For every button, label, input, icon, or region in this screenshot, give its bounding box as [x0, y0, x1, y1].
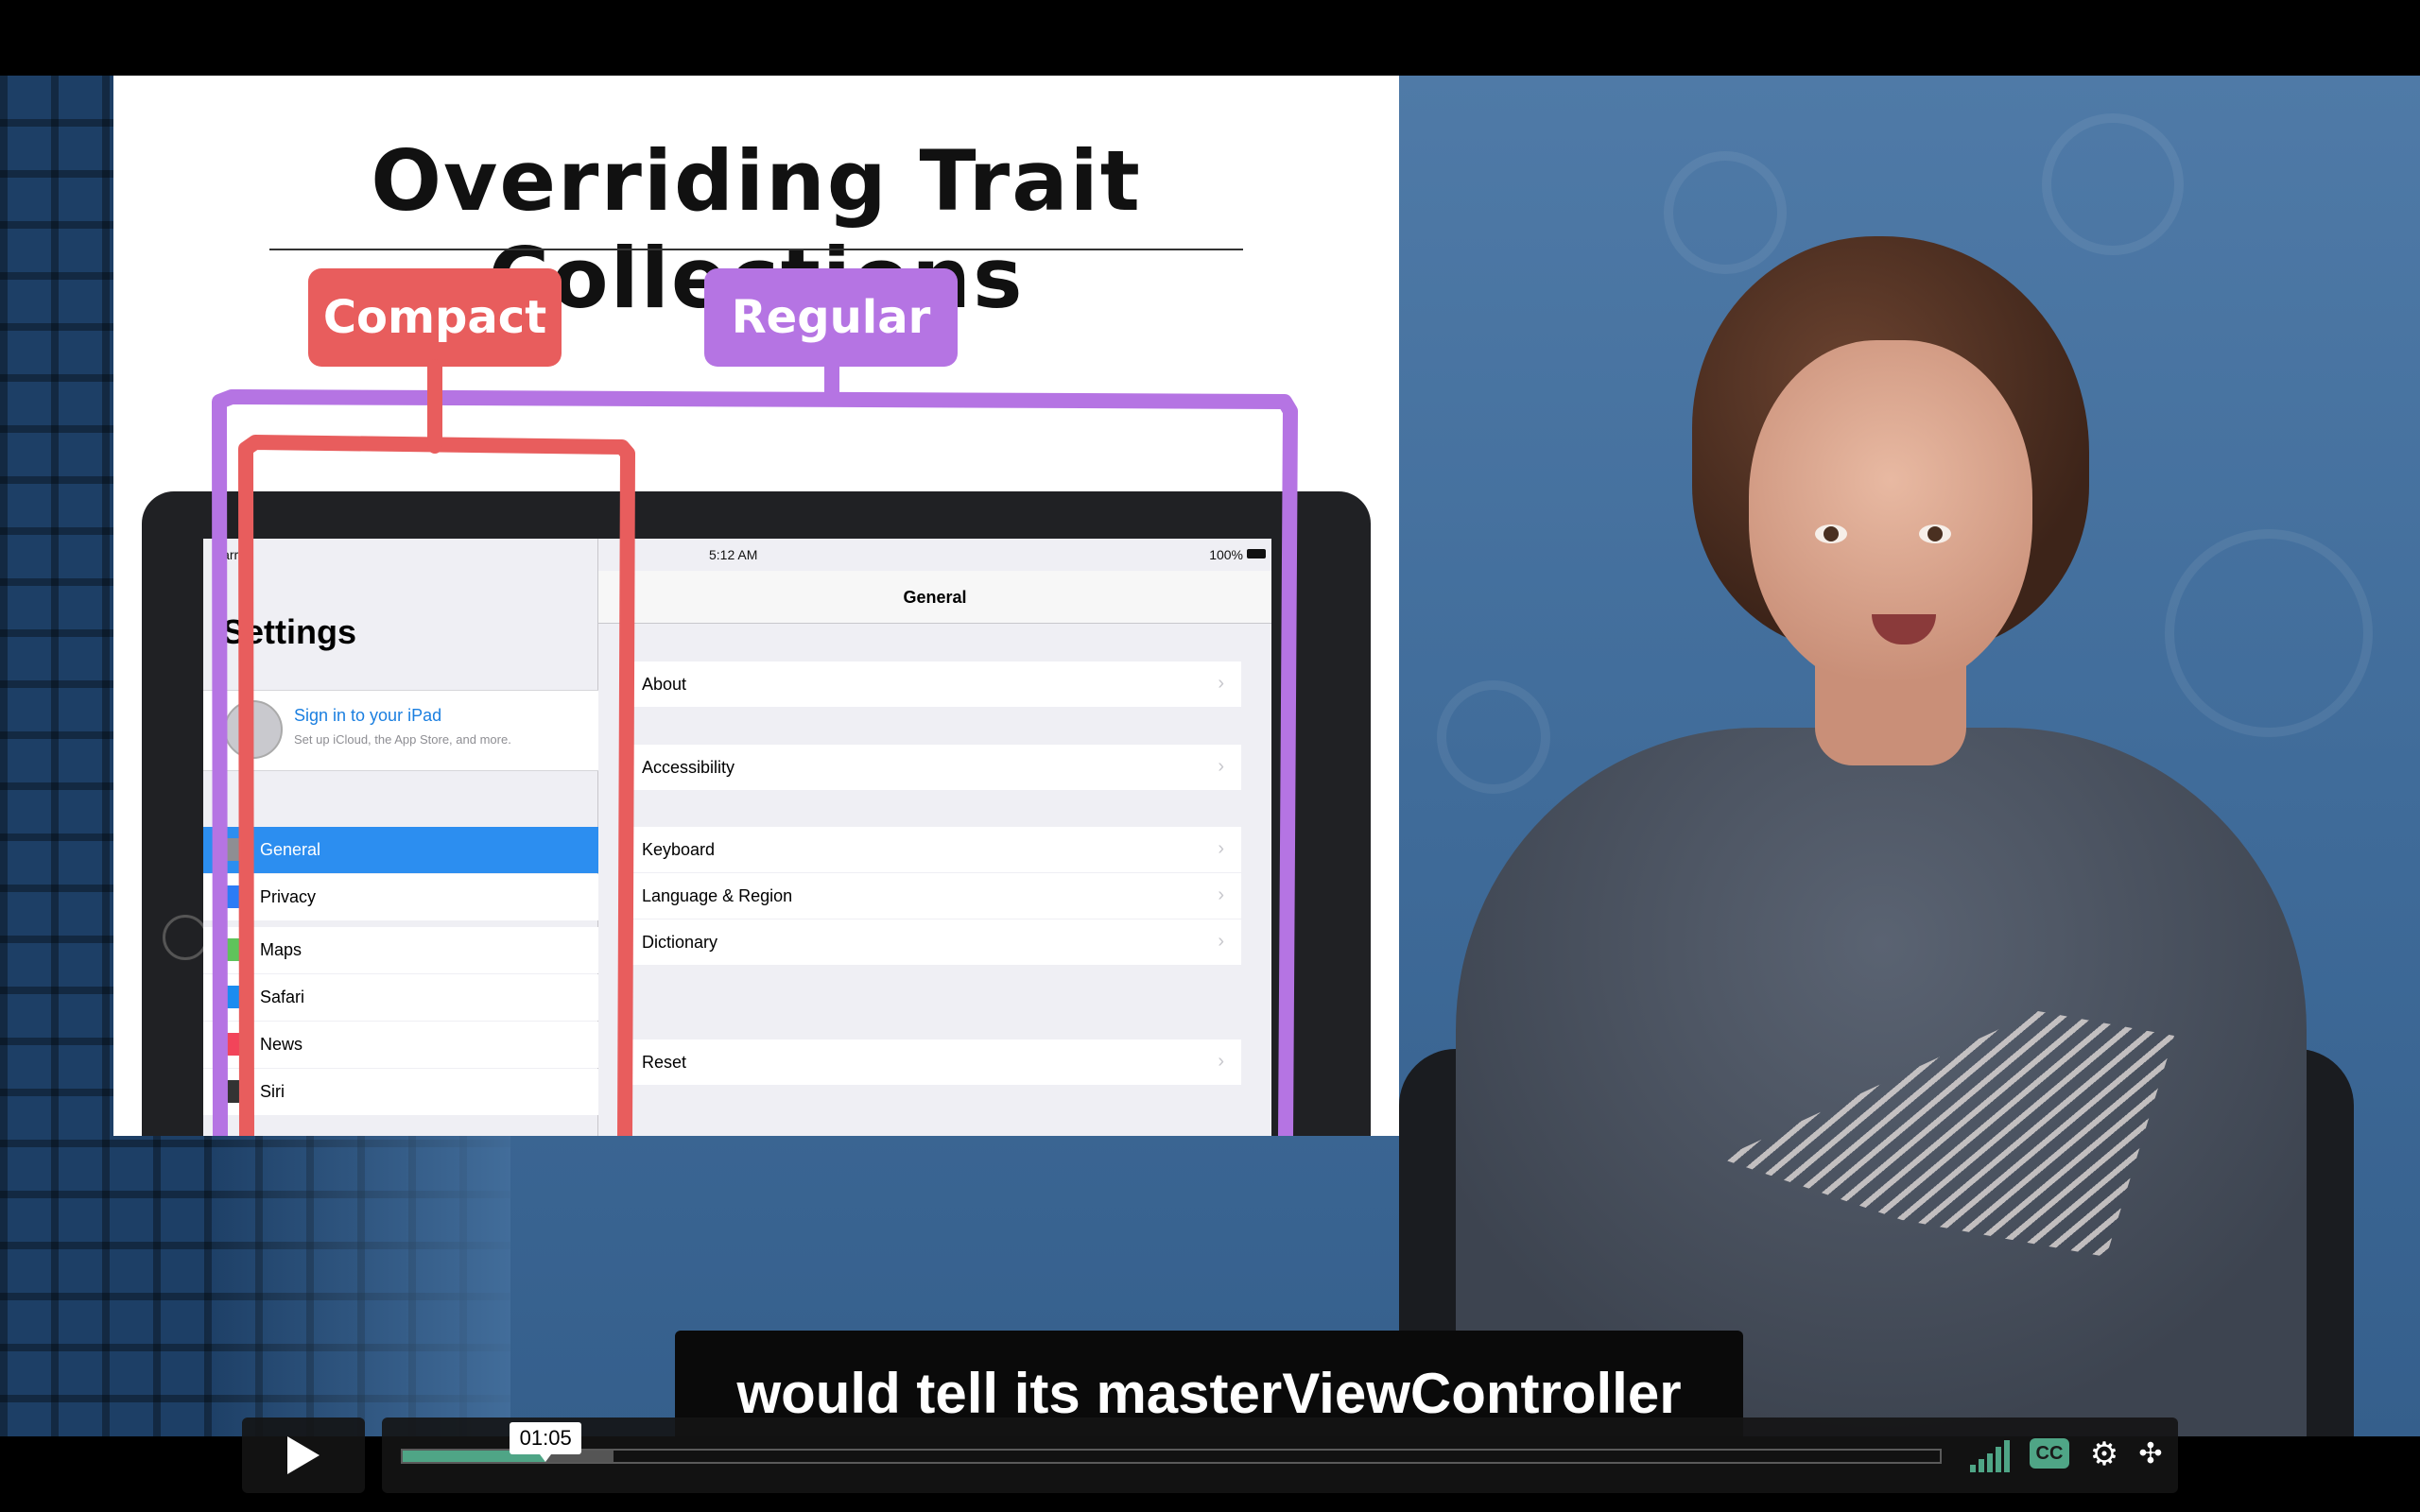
title-rule [269, 249, 1243, 250]
presenter [1399, 236, 2354, 1436]
settings-master-item[interactable]: Safari [203, 974, 598, 1021]
control-bar: 01:05 CC ⚙ ✣ [382, 1418, 2178, 1493]
chevron-right-icon: › [1218, 1051, 1224, 1072]
settings-master-pane: Settings Sign in to your iPad Set up iCl… [203, 539, 598, 1136]
detail-title: General [598, 571, 1271, 624]
presenter-eye-right [1919, 524, 1951, 543]
settings-detail-item[interactable]: About › [625, 662, 1241, 707]
time-tooltip: 01:05 [510, 1422, 582, 1462]
progress-track[interactable]: 01:05 [401, 1422, 1942, 1464]
ipad-screen: Settings Sign in to your iPad Set up iCl… [203, 539, 1271, 1136]
settings-master-item[interactable]: Privacy [203, 874, 598, 920]
settings-detail-item-label: Language & Region [642, 886, 793, 905]
settings-master-item[interactable]: Maps [203, 927, 598, 973]
compass-icon [222, 986, 245, 1008]
chevron-right-icon: › [1218, 885, 1224, 905]
battery-icon [1247, 549, 1266, 558]
settings-master-item-label: General [260, 840, 321, 859]
gear-icon [222, 838, 245, 861]
compact-tag: Compact [308, 268, 562, 367]
slide: Overriding Trait Collections Compact Reg… [113, 76, 1399, 1136]
play-button[interactable] [242, 1418, 365, 1493]
settings-master-item-label: Privacy [260, 887, 317, 906]
status-battery: 100% [1209, 547, 1243, 562]
settings-detail-item-label: Accessibility [642, 758, 735, 777]
chevron-right-icon: › [1218, 673, 1224, 694]
settings-master-item[interactable]: Siri [203, 1069, 598, 1115]
maps-icon [222, 938, 245, 961]
status-carrier: Carrier [213, 547, 253, 562]
chevron-right-icon: › [1218, 756, 1224, 777]
closed-captions-button[interactable]: CC [2030, 1438, 2069, 1469]
chevron-right-icon: › [1218, 931, 1224, 952]
settings-detail-item-label: About [642, 675, 687, 694]
settings-detail-item-label: Reset [642, 1053, 687, 1072]
presenter-face [1749, 340, 2032, 690]
signin-subtitle: Set up iCloud, the App Store, and more. [294, 732, 511, 747]
hand-icon [222, 885, 245, 908]
settings-detail-item[interactable]: Accessibility › [625, 745, 1241, 790]
ipad-status-bar: Carrier 5:12 AM 100% [203, 539, 1271, 571]
regular-tag: Regular [704, 268, 958, 367]
background-circle-icon [2042, 113, 2184, 255]
settings-detail-item[interactable]: Reset › [625, 1040, 1241, 1085]
volume-icon[interactable] [1970, 1438, 2017, 1472]
settings-master-item[interactable]: General [203, 827, 598, 873]
status-time: 5:12 AM [709, 547, 758, 562]
settings-detail-item[interactable]: Dictionary › [625, 919, 1241, 965]
settings-master-item-label: Siri [260, 1082, 285, 1101]
settings-master-item[interactable]: News [203, 1022, 598, 1068]
settings-master-item-label: Maps [260, 940, 302, 959]
fullscreen-exit-icon[interactable]: ✣ [2133, 1436, 2169, 1472]
settings-gear-icon[interactable]: ⚙ [2086, 1436, 2122, 1472]
settings-detail-item-label: Keyboard [642, 840, 716, 859]
ipad-home-button [163, 915, 208, 960]
settings-detail-item-label: Dictionary [642, 933, 718, 952]
signin-title: Sign in to your iPad [294, 706, 442, 725]
settings-detail-item[interactable]: Language & Region › [625, 873, 1241, 919]
siri-icon [222, 1080, 245, 1103]
settings-detail-item[interactable]: Keyboard › [625, 827, 1241, 872]
presenter-eye-left [1815, 524, 1847, 543]
settings-master-item-label: Safari [260, 988, 305, 1006]
news-icon [222, 1033, 245, 1056]
chevron-right-icon: › [1218, 838, 1224, 859]
settings-title: Settings [222, 612, 357, 651]
settings-master-item-label: News [260, 1035, 303, 1054]
video-frame[interactable]: Overriding Trait Collections Compact Reg… [0, 76, 2420, 1436]
player-controls: 01:05 CC ⚙ ✣ [242, 1418, 2178, 1493]
presenter-mouth [1872, 614, 1936, 644]
avatar-icon [224, 700, 283, 759]
signin-row: Sign in to your iPad Set up iCloud, the … [203, 690, 598, 771]
play-icon [287, 1436, 320, 1474]
